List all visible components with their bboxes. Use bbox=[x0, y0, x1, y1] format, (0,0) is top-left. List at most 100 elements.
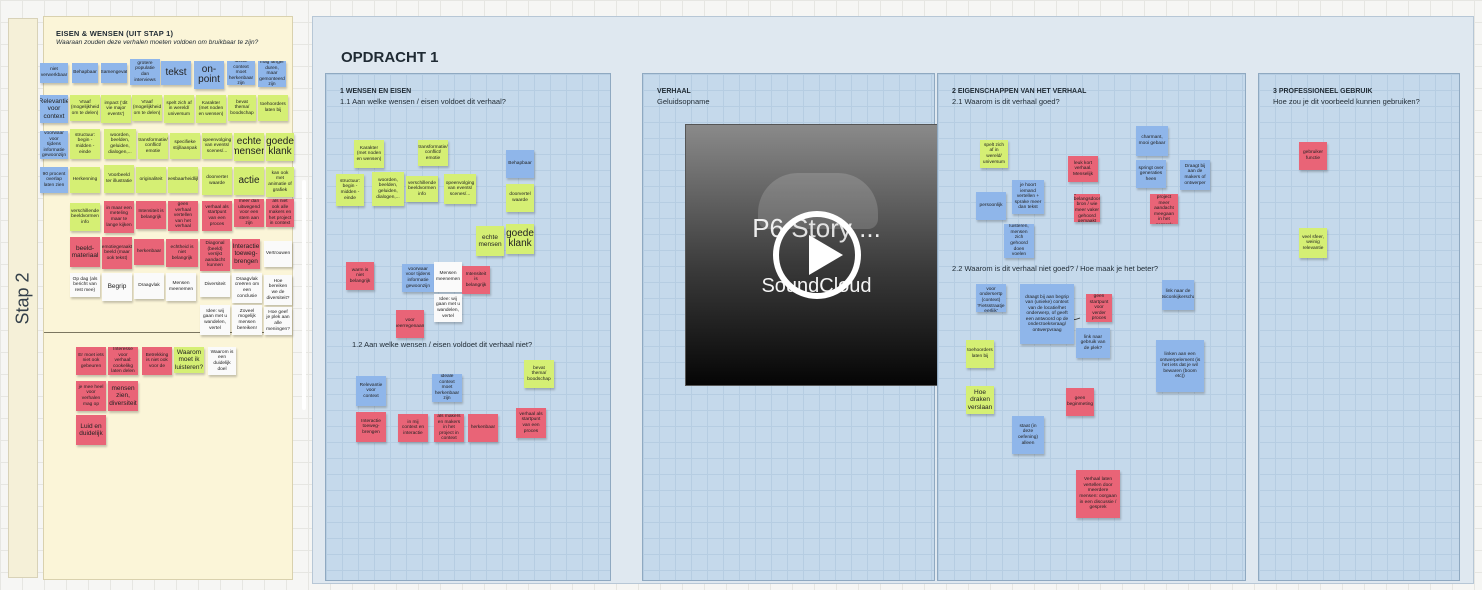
sticky-note[interactable]: bevat thema/ boodschap bbox=[524, 360, 554, 388]
sticky-note[interactable]: verschillende beeldvormen info bbox=[70, 203, 100, 231]
sticky-note[interactable]: transformatie/ conflict/ emotie bbox=[138, 133, 168, 159]
sticky-note[interactable]: doe het project meer aandacht meegaan in… bbox=[1150, 194, 1178, 224]
sticky-note[interactable]: Er moet iets niet ook gebeuren bbox=[76, 347, 106, 375]
sticky-note[interactable]: voorwaar voor tijdens informatie gewoonz… bbox=[402, 264, 434, 292]
sticky-note[interactable]: in mij context en interactie bbox=[398, 414, 428, 442]
sticky-note[interactable]: leesbaarheidlijk bbox=[168, 167, 198, 193]
sticky-note[interactable]: actie bbox=[234, 167, 264, 195]
sticky-note[interactable]: verhaal als startpunt van een proces bbox=[516, 408, 546, 438]
sticky-note[interactable]: Relevantie voor context bbox=[40, 95, 68, 123]
sticky-note[interactable]: on-point bbox=[194, 61, 224, 89]
sticky-note[interactable]: Waarom moet ik luisteren? bbox=[174, 347, 204, 373]
sticky-note[interactable]: gebruikt een belangsdoor bron / wie meer… bbox=[1074, 194, 1100, 222]
sticky-note[interactable]: geen beginmeting bbox=[1066, 388, 1094, 416]
sticky-note[interactable]: je mee heel voor verhalen mag op bbox=[76, 381, 106, 411]
sticky-note[interactable]: als niet ook alle makers en het project … bbox=[266, 199, 294, 227]
sticky-note[interactable]: toehoorders laten bij bbox=[258, 95, 288, 121]
sticky-note[interactable]: Hoe draken verslaan bbox=[966, 386, 994, 414]
sticky-note[interactable]: Draagvlak bbox=[134, 273, 164, 299]
sticky-note[interactable]: in maar een meteling maar te lange kijke… bbox=[104, 201, 134, 233]
sticky-note[interactable]: goede klank bbox=[266, 133, 294, 161]
sticky-note[interactable]: Intensiteit is belangrijk bbox=[462, 266, 490, 294]
sticky-note[interactable]: herkenbaar bbox=[468, 414, 498, 442]
sticky-note[interactable]: impact ('dit vie major events') bbox=[101, 95, 131, 123]
sticky-note[interactable]: Diversiteit bbox=[200, 273, 230, 297]
sticky-note[interactable]: meer dan uitwegend voor een stem aan zij… bbox=[234, 199, 264, 227]
sticky-note[interactable]: luisteren, mensen zich gehoord doen voel… bbox=[1004, 224, 1034, 258]
sticky-note[interactable]: gebruiker functie bbox=[1299, 142, 1327, 170]
sticky-note[interactable]: Hoe bereiken we de diversiteit? bbox=[264, 275, 292, 305]
sticky-note[interactable]: mensen zien, diversiteit bbox=[108, 381, 138, 411]
sticky-note[interactable]: echtheid is niet belangrijk bbox=[166, 239, 198, 267]
sticky-note[interactable]: Hoe geef je plek aan alle meningen? bbox=[264, 307, 292, 335]
sticky-note[interactable]: link naar gebruik van de plek? bbox=[1076, 328, 1110, 358]
eisen-wensen-frame[interactable]: EISEN & WENSEN (UIT STAP 1) Waaraan zoud… bbox=[40, 16, 294, 580]
sticky-note[interactable]: Karakter (met noden en wensen) bbox=[196, 95, 226, 123]
sticky-note[interactable]: spelt zich af in wereld/ universum bbox=[164, 95, 194, 123]
sticky-note[interactable]: verhaal als startpunt van een proces bbox=[202, 201, 232, 231]
soundcloud-player[interactable]: P6 Story ... SoundCloud bbox=[685, 124, 948, 386]
sticky-note[interactable]: geen verhaal vertellen van het verhaal bbox=[168, 201, 198, 231]
sticky-note[interactable]: Begrip bbox=[102, 273, 132, 301]
sticky-note[interactable]: Voorbeeld ter illustratie bbox=[104, 165, 134, 193]
sticky-note[interactable]: emotiegeraakt beeld (maar ook tekst) bbox=[102, 237, 132, 269]
sticky-note[interactable]: Diagonal (beeld) verrijkt aandacht kunne… bbox=[200, 239, 230, 271]
sticky-note[interactable]: charmant, mooi gebaar bbox=[1136, 126, 1168, 156]
sticky-note[interactable]: structuur: begin - midden - einde bbox=[70, 129, 100, 159]
sticky-note[interactable]: link naar de uitsiconkijkerschap bbox=[1162, 280, 1194, 310]
sticky-note[interactable]: grotere populatie dan interviews bbox=[130, 59, 160, 85]
sticky-note[interactable]: Luid en duidelijk bbox=[76, 415, 106, 445]
opdracht-frame[interactable]: OPDRACHT 1 1 WENSEN EN EISEN 1.1 Aan wel… bbox=[312, 16, 1474, 584]
sticky-note[interactable]: Behapbaar bbox=[72, 63, 98, 83]
sticky-note[interactable]: staat (in deze oefening) alleen bbox=[1012, 416, 1044, 454]
sticky-note[interactable]: Herkenning bbox=[70, 167, 100, 193]
sticky-note[interactable]: 90 procent overlap laten zien bbox=[40, 167, 68, 193]
sticky-note[interactable]: je hoort iemand vertellen + sprake meer … bbox=[1012, 180, 1044, 214]
sticky-note[interactable]: leuk kort verhaal. Menselijk bbox=[1068, 156, 1098, 182]
sticky-note[interactable]: voor heerregenaam bbox=[396, 310, 424, 338]
scroll-handle[interactable] bbox=[302, 180, 306, 410]
sticky-note[interactable]: geen startpunt voor verder proces bbox=[1086, 294, 1112, 322]
sticky-note[interactable]: opeenvolging van events/ scenes/... bbox=[444, 174, 476, 204]
sticky-note[interactable]: Waarom is een duidelijk doel bbox=[208, 347, 236, 375]
sticky-note[interactable]: woorden, beelden, geluiden, dialogen,... bbox=[104, 129, 136, 159]
sticky-note[interactable]: specifieke stijl/aanpak bbox=[170, 133, 200, 159]
sticky-note[interactable]: spelt zich af in wereld/ universum bbox=[980, 140, 1008, 168]
sticky-note[interactable]: bevat thema/ boodschap bbox=[228, 95, 256, 121]
sticky-note[interactable]: Behapbaar bbox=[506, 150, 534, 178]
sticky-note[interactable]: herkenbaar bbox=[134, 239, 164, 265]
sticky-note[interactable]: Idee: wij gaan met u wandelen, vertel bbox=[200, 305, 230, 335]
sticky-note[interactable]: Vraaf (mogelijkheid om te delen) bbox=[132, 95, 162, 121]
column-verhaal[interactable]: VERHAAL Geluidsopname P6 Story ... Sound… bbox=[642, 73, 948, 581]
sticky-note[interactable]: kan ook met animatie of grafiek bbox=[266, 167, 294, 197]
sticky-note[interactable]: draagt bij aan begrip van (unieke) conte… bbox=[1020, 284, 1074, 344]
sticky-note[interactable]: als makers en makers in het project in c… bbox=[434, 414, 464, 442]
sticky-note[interactable]: ideale context moet herkenbaar zijn bbox=[432, 374, 462, 402]
sticky-note[interactable]: Betrekking is niet ook voor de bbox=[142, 347, 172, 375]
sticky-note[interactable]: Ideale context moet herkenbaar zijn bbox=[227, 61, 255, 85]
sticky-note[interactable]: doorvertel waarde bbox=[506, 184, 534, 212]
sticky-note[interactable]: niet verwerkbaar bbox=[40, 63, 68, 83]
sticky-note[interactable]: beeld-materiaal bbox=[70, 237, 100, 267]
sticky-note[interactable]: voorwaar voor tijdens informatie gewoonz… bbox=[40, 131, 68, 159]
sticky-note[interactable]: doorverteI waarde bbox=[202, 167, 232, 195]
sticky-note[interactable]: woorden, beelden, geluiden, dialogen,... bbox=[372, 172, 404, 206]
sticky-note[interactable]: Vertrouwen bbox=[264, 241, 292, 267]
sticky-note[interactable]: linken aan een ontwerpelement (is het ie… bbox=[1156, 340, 1204, 392]
sticky-note[interactable]: Mensen meenemen bbox=[166, 273, 196, 301]
sticky-note[interactable]: Relevantie voor ondersertp (context) 'Fi… bbox=[976, 284, 1006, 312]
column-professioneel-gebruik[interactable]: 3 PROFESSIONEEL GEBRUIK Hoe zou je dit v… bbox=[1258, 73, 1460, 581]
sticky-note[interactable]: Mensen meenemen bbox=[434, 262, 462, 292]
sticky-note[interactable]: Samengevat bbox=[101, 63, 127, 83]
sticky-note[interactable]: Relevantie voor context bbox=[356, 376, 386, 406]
sticky-note[interactable]: Idee: wij gaan met u wandelen, vertel bbox=[434, 294, 462, 322]
sticky-note[interactable]: transformatie/ conflict/ emotie bbox=[418, 140, 448, 166]
sticky-note[interactable]: warm is niet belangrijk bbox=[346, 262, 374, 290]
sticky-note[interactable]: opeenvolging van events/ scenes/... bbox=[202, 133, 232, 159]
sticky-note[interactable]: Op dag (als bericht van rest mee) bbox=[70, 273, 100, 297]
sticky-note[interactable]: tekst bbox=[161, 61, 191, 85]
sticky-note[interactable]: Zoveel mogelijk mensen bereiken! bbox=[232, 305, 262, 335]
column-eigenschappen[interactable]: 2 EIGENSCHAPPEN VAN HET VERHAAL 2.1 Waar… bbox=[937, 73, 1246, 581]
sticky-note[interactable]: Vraaf (mogelijkheid om te delen) bbox=[70, 95, 100, 121]
sticky-note[interactable]: Verhaal laten vertellen door meerdere me… bbox=[1076, 470, 1120, 518]
